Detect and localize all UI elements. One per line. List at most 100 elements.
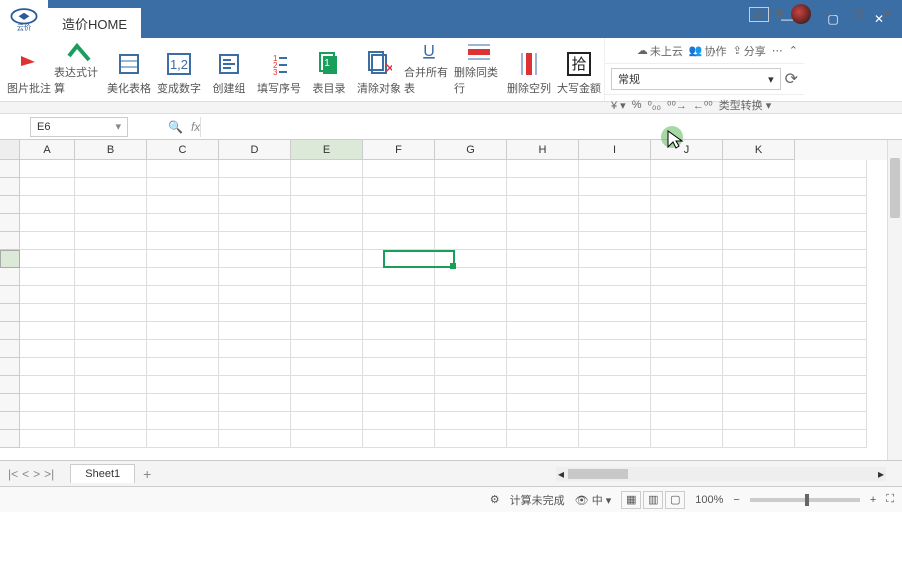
ribbon-delete-similar-rows[interactable]: 删除同类行 xyxy=(454,40,504,100)
cell[interactable] xyxy=(651,268,723,286)
cell[interactable] xyxy=(579,358,651,376)
cell[interactable] xyxy=(435,340,507,358)
cell[interactable] xyxy=(651,178,723,196)
cell[interactable] xyxy=(363,430,435,448)
row-header[interactable] xyxy=(0,430,20,448)
cell[interactable] xyxy=(723,358,795,376)
ribbon-sheet-toc[interactable]: 1表目录 xyxy=(304,40,354,100)
cell[interactable] xyxy=(75,160,147,178)
cell[interactable] xyxy=(435,412,507,430)
row-header[interactable] xyxy=(0,394,20,412)
cell[interactable] xyxy=(795,268,867,286)
ribbon-create-group[interactable]: 创建组 xyxy=(204,40,254,100)
col-header[interactable]: J xyxy=(651,140,723,160)
cell[interactable] xyxy=(291,178,363,196)
cell[interactable] xyxy=(507,196,579,214)
cell[interactable] xyxy=(435,376,507,394)
cell[interactable] xyxy=(507,268,579,286)
cell[interactable] xyxy=(219,286,291,304)
cell[interactable] xyxy=(723,268,795,286)
cell[interactable] xyxy=(579,412,651,430)
cell[interactable] xyxy=(219,412,291,430)
sheet-tab[interactable]: Sheet1 xyxy=(70,464,135,483)
cell[interactable] xyxy=(20,286,75,304)
zoom-level[interactable]: 100% xyxy=(695,494,723,506)
cell[interactable] xyxy=(435,178,507,196)
zoom-slider[interactable] xyxy=(750,498,860,502)
view-toggle[interactable]: 👁 中 ▾ xyxy=(575,492,612,508)
cell[interactable] xyxy=(723,340,795,358)
cell[interactable] xyxy=(219,340,291,358)
cell[interactable] xyxy=(219,268,291,286)
cell[interactable] xyxy=(291,232,363,250)
cell[interactable] xyxy=(75,340,147,358)
cell[interactable] xyxy=(147,430,219,448)
cell[interactable] xyxy=(147,196,219,214)
cell[interactable] xyxy=(435,160,507,178)
cell[interactable] xyxy=(363,196,435,214)
settings-icon[interactable]: ⚙ xyxy=(490,493,500,506)
row-header[interactable] xyxy=(0,268,20,286)
cell[interactable] xyxy=(75,322,147,340)
cell[interactable] xyxy=(20,394,75,412)
row-header[interactable] xyxy=(0,286,20,304)
cell[interactable] xyxy=(291,430,363,448)
col-header[interactable]: G xyxy=(435,140,507,160)
cell[interactable] xyxy=(507,250,579,268)
cell[interactable] xyxy=(20,160,75,178)
fx-label[interactable]: fx xyxy=(191,120,200,134)
cell[interactable] xyxy=(291,286,363,304)
cell[interactable] xyxy=(579,340,651,358)
cell[interactable] xyxy=(75,394,147,412)
more-icon[interactable]: ⋯ xyxy=(772,44,783,57)
cell[interactable] xyxy=(435,196,507,214)
cell[interactable] xyxy=(291,196,363,214)
cell[interactable] xyxy=(291,412,363,430)
cell[interactable] xyxy=(363,412,435,430)
cell[interactable] xyxy=(219,322,291,340)
cell[interactable] xyxy=(795,196,867,214)
cell[interactable] xyxy=(579,160,651,178)
cell[interactable] xyxy=(507,214,579,232)
cell[interactable] xyxy=(723,376,795,394)
cell[interactable] xyxy=(291,340,363,358)
number-format-select[interactable]: 常规▾ xyxy=(611,68,781,90)
cell[interactable] xyxy=(291,250,363,268)
cell[interactable] xyxy=(147,250,219,268)
col-header[interactable]: C xyxy=(147,140,219,160)
cell[interactable] xyxy=(723,160,795,178)
cell[interactable] xyxy=(579,178,651,196)
cell[interactable] xyxy=(147,214,219,232)
cell[interactable] xyxy=(219,178,291,196)
cell[interactable] xyxy=(795,412,867,430)
cell[interactable] xyxy=(579,304,651,322)
cell[interactable] xyxy=(795,304,867,322)
cell[interactable] xyxy=(795,358,867,376)
cell[interactable] xyxy=(147,178,219,196)
cell[interactable] xyxy=(363,304,435,322)
page-indicator[interactable]: 2▯ xyxy=(749,7,768,22)
comma-icon[interactable]: ⁰₀₀ xyxy=(647,99,661,112)
cell[interactable] xyxy=(795,232,867,250)
search-icon[interactable]: 🔍 xyxy=(168,120,183,134)
cell[interactable] xyxy=(723,394,795,412)
cell[interactable] xyxy=(291,160,363,178)
add-sheet-button[interactable]: + xyxy=(143,466,151,482)
cell[interactable] xyxy=(435,286,507,304)
row-header[interactable] xyxy=(0,232,20,250)
row-header[interactable] xyxy=(0,358,20,376)
ribbon-expression-calc[interactable]: 表达式计算 xyxy=(54,40,104,100)
cell[interactable] xyxy=(20,178,75,196)
cell[interactable] xyxy=(651,304,723,322)
cell[interactable] xyxy=(435,358,507,376)
cell[interactable] xyxy=(795,430,867,448)
cell[interactable] xyxy=(219,358,291,376)
cell[interactable] xyxy=(435,232,507,250)
share-button[interactable]: ⇪ 分享 xyxy=(733,43,766,59)
cell[interactable] xyxy=(651,412,723,430)
cell[interactable] xyxy=(20,322,75,340)
cell[interactable] xyxy=(723,304,795,322)
cell[interactable] xyxy=(363,178,435,196)
cell[interactable] xyxy=(219,394,291,412)
cell[interactable] xyxy=(651,232,723,250)
